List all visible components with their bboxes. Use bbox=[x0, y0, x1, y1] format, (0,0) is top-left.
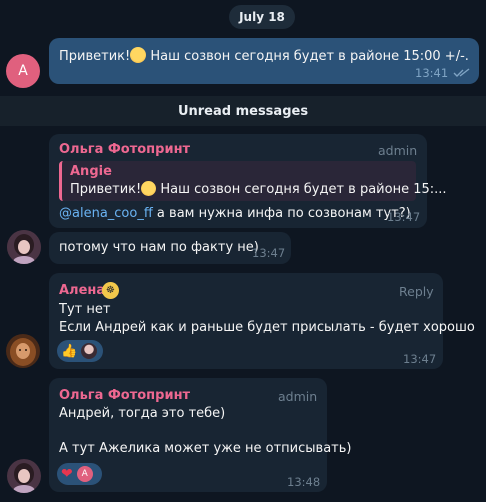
avatar[interactable] bbox=[6, 334, 40, 368]
quote-text: Приветик! Наш созвон сегодня будет в рай… bbox=[70, 181, 447, 197]
date-divider: July 18 bbox=[229, 5, 295, 29]
message-time: 13:47 bbox=[387, 210, 421, 224]
sender-name[interactable]: Ольга Фотопринт bbox=[59, 142, 190, 157]
reaction-thumbs-up[interactable]: 👍 bbox=[57, 340, 103, 362]
sun-emoji-icon bbox=[130, 47, 147, 63]
message-bubble[interactable]: Ольга Фотопринт admin Angie Приветик! На… bbox=[49, 134, 447, 228]
reply-button[interactable]: Reply bbox=[399, 284, 434, 299]
sender-name[interactable]: Ольга Фотопринт bbox=[59, 388, 190, 403]
admin-badge: admin bbox=[378, 143, 418, 158]
sun-emoji-icon bbox=[141, 181, 157, 196]
message-text: потому что нам по факту не) bbox=[59, 240, 259, 255]
thumbs-up-icon: 👍 bbox=[61, 343, 78, 359]
avatar-letter: A bbox=[18, 63, 28, 79]
reaction-heart[interactable]: ❤ A bbox=[57, 463, 102, 485]
message-bubble[interactable]: Ольга Фотопринт admin Андрей, тогда это … bbox=[49, 378, 351, 492]
message-text: @alena_coo_ff а вам нужна инфа по созвон… bbox=[59, 206, 411, 221]
message-text-line: Тут нет bbox=[59, 302, 111, 317]
heart-icon: ❤ bbox=[61, 466, 73, 482]
message-text: Приветик! Наш созвон сегодня будет в рай… bbox=[59, 47, 469, 64]
message-time: 13:47 bbox=[252, 246, 286, 260]
double-check-icon bbox=[453, 68, 470, 77]
message-bubble[interactable]: Алена ☸ Reply Тут нет Если Андрей как и … bbox=[49, 273, 475, 369]
message-time: 13:48 bbox=[287, 475, 321, 489]
message-time: 13:41 bbox=[415, 66, 449, 80]
user-photo-icon bbox=[7, 230, 41, 264]
user-photo-icon bbox=[7, 459, 41, 493]
message-bubble[interactable]: потому что нам по факту не) 13:47 bbox=[49, 232, 291, 264]
admin-badge: admin bbox=[278, 389, 318, 404]
reaction-user-avatar: A bbox=[76, 466, 93, 482]
unread-messages-divider: Unread messages bbox=[0, 96, 486, 126]
message-bubble[interactable]: Приветик! Наш созвон сегодня будет в рай… bbox=[49, 38, 479, 84]
emoji-status-icon: ☸ bbox=[102, 282, 119, 299]
reply-quote[interactable]: Angie Приветик! Наш созвон сегодня будет… bbox=[59, 161, 447, 201]
mention-link[interactable]: @alena_coo_ff bbox=[59, 206, 153, 221]
avatar[interactable] bbox=[7, 230, 41, 264]
avatar[interactable] bbox=[7, 459, 41, 493]
message-text-line: Андрей, тогда это тебе) bbox=[59, 406, 226, 421]
quote-author: Angie bbox=[70, 164, 112, 179]
reaction-user-avatar bbox=[81, 343, 98, 359]
avatar[interactable]: A bbox=[6, 54, 40, 88]
user-photo-icon bbox=[6, 334, 40, 368]
message-time: 13:47 bbox=[403, 352, 437, 366]
message-text-line: Если Андрей как и раньше будет присылать… bbox=[59, 320, 475, 335]
message-text-line: А тут Ажелика может уже не отписывать) bbox=[59, 441, 352, 456]
sender-name[interactable]: Алена bbox=[59, 283, 105, 298]
